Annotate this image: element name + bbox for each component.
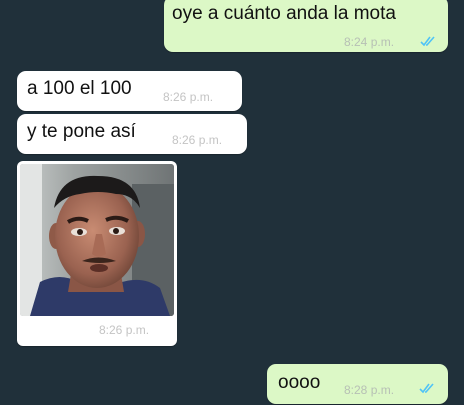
message-time: 8:26 p.m.	[99, 323, 150, 337]
message-time: 8:26 p.m.	[163, 90, 214, 104]
message-bubble-outgoing[interactable]: oye a cuánto anda la mota 8:24 p.m.	[164, 0, 448, 52]
image-message[interactable]: 8:26 p.m.	[17, 161, 177, 346]
photo-illustration	[20, 164, 174, 316]
message-bubble-incoming[interactable]: y te pone así 8:26 p.m.	[17, 114, 247, 154]
chat-thread: oye a cuánto anda la mota 8:24 p.m. a 10…	[0, 0, 464, 405]
message-text: y te pone así	[27, 121, 136, 142]
message-time: 8:24 p.m.	[344, 35, 395, 49]
message-time: 8:28 p.m.	[344, 383, 395, 397]
message-text: oooo	[278, 372, 321, 393]
message-bubble-outgoing[interactable]: oooo 8:28 p.m.	[267, 364, 448, 404]
message-text: a 100 el 100	[27, 78, 132, 99]
man-face-photo[interactable]	[20, 164, 174, 316]
message-time: 8:26 p.m.	[172, 133, 223, 147]
double-check-read-icon	[419, 383, 434, 394]
message-text: oye a cuánto anda la mota	[172, 3, 396, 24]
double-check-read-icon	[420, 36, 435, 47]
message-bubble-incoming[interactable]: a 100 el 100 8:26 p.m.	[17, 71, 242, 111]
